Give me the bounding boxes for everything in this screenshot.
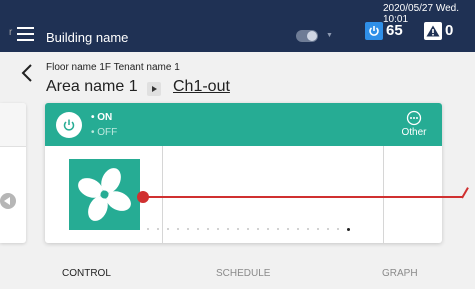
annotation-line — [142, 196, 463, 198]
other-label: Other — [401, 127, 427, 138]
previous-card[interactable] — [0, 103, 26, 243]
back-icon[interactable] — [20, 62, 34, 84]
power-icon[interactable] — [365, 22, 383, 40]
column-divider — [383, 146, 384, 243]
area-name: Area name 1 — [46, 78, 138, 95]
area-arrow-icon[interactable] — [147, 82, 161, 96]
top-bar: Building name ▼ 2020/05/27 Wed. 10:01 65… — [0, 0, 475, 52]
device-card: • ON • OFF Other — [45, 103, 442, 243]
power-count: 65 — [386, 22, 403, 39]
off-option[interactable]: • OFF — [91, 127, 117, 138]
tab-graph[interactable]: GRAPH — [382, 268, 418, 279]
tab-control[interactable]: CONTROL — [62, 268, 111, 279]
previous-card-text: r — [9, 27, 13, 38]
tab-schedule[interactable]: SCHEDULE — [216, 268, 270, 279]
other-button[interactable]: Other — [397, 110, 431, 142]
floor-tenant-label: Floor name 1F Tenant name 1 — [46, 62, 180, 73]
fan-icon[interactable] — [69, 159, 140, 230]
on-option[interactable]: • ON — [91, 112, 112, 123]
channel-link[interactable]: Ch1-out — [173, 78, 230, 96]
building-name[interactable]: Building name — [46, 30, 128, 45]
annotation-dot — [137, 191, 149, 203]
card-header: • ON • OFF Other — [45, 103, 442, 146]
mode-toggle[interactable] — [296, 30, 318, 42]
alert-count: 0 — [445, 22, 454, 39]
menu-icon[interactable] — [17, 27, 34, 41]
power-toggle-button[interactable] — [56, 112, 82, 138]
previous-arrow-icon[interactable] — [0, 193, 16, 209]
more-icon — [406, 110, 422, 126]
page-indicator — [147, 226, 350, 232]
alert-icon[interactable] — [424, 22, 442, 40]
toggle-caret-icon[interactable]: ▼ — [326, 32, 333, 39]
annotation-line-tail — [461, 187, 469, 199]
